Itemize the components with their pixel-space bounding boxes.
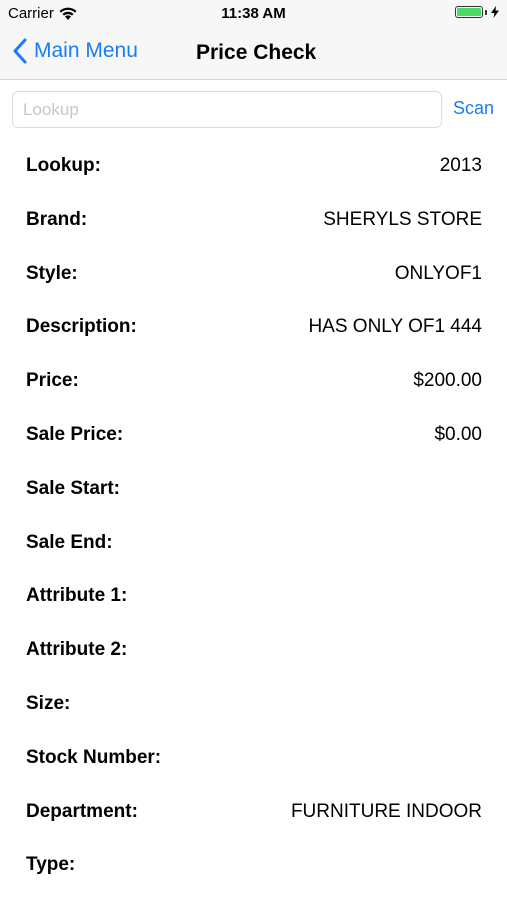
status-time: 11:38 AM xyxy=(221,5,286,22)
detail-row-sale-end: Sale End: xyxy=(26,522,482,576)
detail-row-department: Department: FURNITURE INDOOR xyxy=(26,791,482,845)
detail-row-style: Style: ONLYOF1 xyxy=(26,253,482,307)
detail-value: 2013 xyxy=(439,155,482,176)
battery-indicator xyxy=(455,6,499,18)
detail-label: Size: xyxy=(26,692,71,714)
detail-row-brand: Brand: SHERYLS STORE xyxy=(26,199,482,253)
battery-tip xyxy=(485,9,487,15)
detail-label: Sale Start: xyxy=(26,477,120,499)
lookup-input[interactable] xyxy=(12,91,442,128)
detail-row-sale-price: Sale Price: $0.00 xyxy=(26,414,482,468)
price-details: Lookup: 2013 Brand: SHERYLS STORE Style:… xyxy=(26,145,482,898)
detail-row-lookup: Lookup: 2013 xyxy=(26,145,482,199)
detail-value: $0.00 xyxy=(434,423,482,445)
detail-value: FURNITURE INDOOR xyxy=(290,800,482,822)
detail-label: Price: xyxy=(26,370,79,392)
detail-row-size: Size: xyxy=(26,683,482,737)
back-button[interactable]: Main Menu xyxy=(12,38,138,64)
detail-row-sale-start: Sale Start: xyxy=(26,468,482,522)
detail-label: Description: xyxy=(26,316,137,338)
detail-label: Brand: xyxy=(26,208,88,230)
battery-icon xyxy=(455,6,483,18)
detail-label: Sale Price: xyxy=(26,423,124,445)
charging-bolt-icon xyxy=(491,6,499,18)
detail-row-price: Price: $200.00 xyxy=(26,360,482,414)
navigation-bar: Main Menu Price Check xyxy=(0,28,507,80)
detail-row-stock-number: Stock Number: xyxy=(26,737,482,791)
detail-label: Department: xyxy=(26,800,138,822)
detail-label: Attribute 2: xyxy=(26,639,128,661)
detail-row-attribute-1: Attribute 1: xyxy=(26,575,482,629)
battery-fill xyxy=(457,8,481,16)
detail-value: ONLYOF1 xyxy=(394,262,482,284)
detail-label: Sale End: xyxy=(26,531,113,553)
chevron-left-icon xyxy=(13,38,27,64)
detail-label: Attribute 1: xyxy=(26,585,128,607)
detail-value: $200.00 xyxy=(413,370,482,392)
detail-label: Lookup: xyxy=(26,155,101,176)
page-title: Price Check xyxy=(196,41,317,64)
detail-row-attribute-2: Attribute 2: xyxy=(26,629,482,683)
back-button-label: Main Menu xyxy=(34,39,138,62)
detail-label: Type: xyxy=(26,854,76,876)
detail-row-description: Description: HAS ONLY OF1 444 xyxy=(26,306,482,360)
detail-value: SHERYLS STORE xyxy=(323,208,482,230)
detail-row-type: Type: xyxy=(26,844,482,898)
detail-label: Style: xyxy=(26,262,78,284)
detail-value: HAS ONLY OF1 444 xyxy=(308,316,482,338)
detail-label: Stock Number: xyxy=(26,746,162,768)
status-bar: Carrier 11:38 AM xyxy=(0,0,507,28)
scan-button[interactable]: Scan xyxy=(453,98,494,119)
